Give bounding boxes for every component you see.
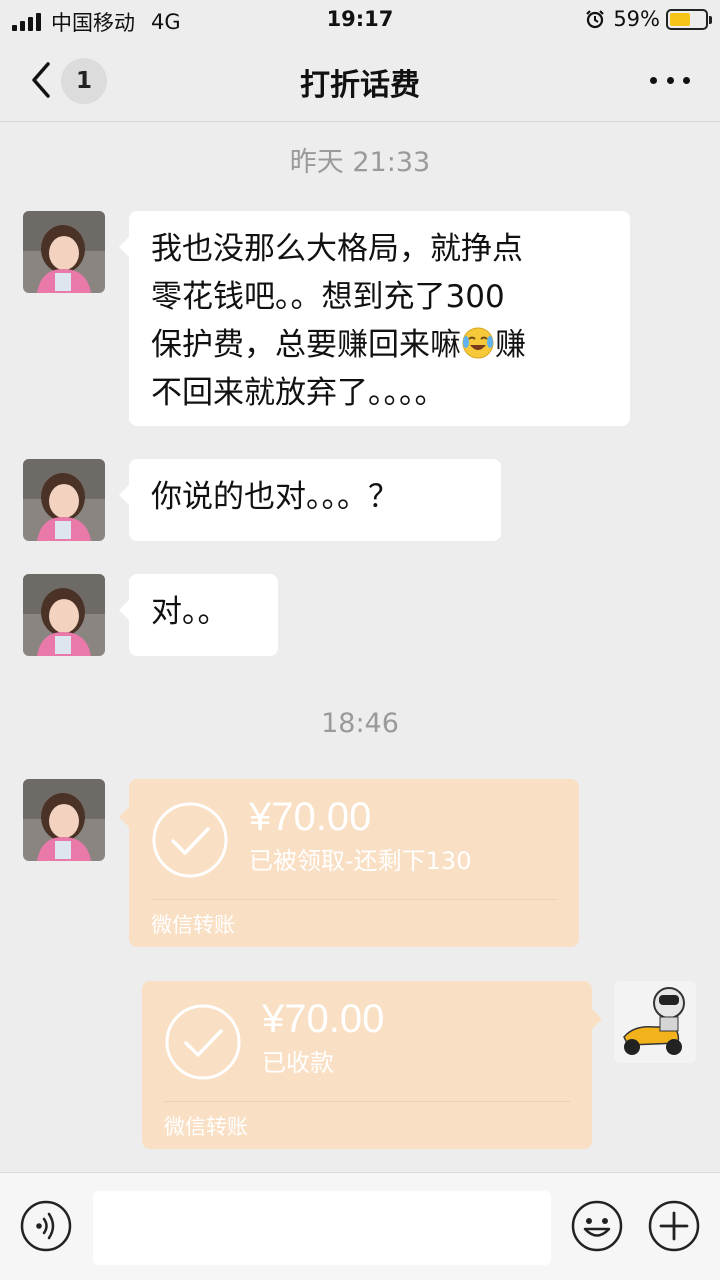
message-line-text: 保护费，总要赚回来嘛 [151, 327, 461, 363]
message-bubble[interactable]: 你说的也对。。。？ [119, 459, 501, 541]
transfer-card[interactable]: ¥70.00 已收款 微信转账 [142, 981, 602, 1149]
message-line-tail: 赚 [495, 327, 526, 363]
divider [164, 1101, 570, 1102]
message-bubble[interactable]: 我也没那么大格局，就挣点 零花钱吧。。想到充了300 保护费，总要赚回来嘛 赚 … [119, 211, 630, 426]
transfer-amount: ¥70.00 [249, 795, 372, 839]
check-circle-icon [152, 802, 228, 878]
message-line: 不回来就放弃了。。。。 [151, 375, 446, 411]
message-line: 保护费，总要赚回来嘛 赚 [151, 321, 608, 369]
message-text: 你说的也对。。。？ [151, 479, 399, 515]
plus-icon[interactable] [648, 1200, 700, 1252]
status-bar: 中国移动 4G 19:17 59% [0, 0, 720, 40]
contact-avatar-image [23, 459, 105, 541]
avatar-self[interactable] [614, 981, 696, 1063]
alarm-icon [586, 10, 605, 29]
status-right: 59% [585, 7, 712, 31]
contact-avatar-image [23, 574, 105, 656]
avatar-contact[interactable] [23, 779, 105, 861]
message-line: 零花钱吧。。想到充了300 [151, 279, 505, 315]
input-bar [0, 1172, 720, 1280]
contact-avatar-image [23, 779, 105, 861]
message-bubble[interactable]: 对。。 [119, 574, 278, 656]
contact-avatar-image [23, 211, 105, 293]
page-title: 打折话费 [300, 68, 420, 103]
voice-icon[interactable] [20, 1200, 72, 1252]
transfer-status: 已被领取-还剩下130 [249, 847, 472, 875]
battery-fill [670, 12, 691, 26]
avatar-contact[interactable] [23, 211, 105, 293]
message-text: 对。。 [151, 594, 229, 630]
transfer-card[interactable]: ¥70.00 已被领取-还剩下130 微信转账 [119, 779, 579, 947]
nav-bar: 1 打折话费 [0, 40, 720, 122]
transfer-label: 微信转账 [164, 1115, 248, 1139]
avatar-contact[interactable] [23, 459, 105, 541]
transfer-status: 已收款 [262, 1049, 334, 1077]
self-avatar-image [614, 981, 696, 1063]
more-dots-icon[interactable] [650, 72, 690, 88]
transfer-label: 微信转账 [151, 913, 235, 937]
check-circle-icon [165, 1004, 241, 1080]
timestamp: 18:46 [321, 708, 399, 739]
transfer-amount: ¥70.00 [262, 997, 385, 1041]
avatar-contact[interactable] [23, 574, 105, 656]
battery-icon [666, 8, 712, 30]
message-line: 我也没那么大格局，就挣点 [151, 231, 523, 267]
message-input[interactable] [93, 1191, 551, 1265]
battery-percent: 59% [613, 7, 660, 31]
emoji-icon[interactable] [571, 1200, 623, 1252]
timestamp: 昨天 21:33 [289, 147, 431, 178]
crying-laughing-emoji-icon [462, 327, 494, 359]
divider [151, 899, 557, 900]
